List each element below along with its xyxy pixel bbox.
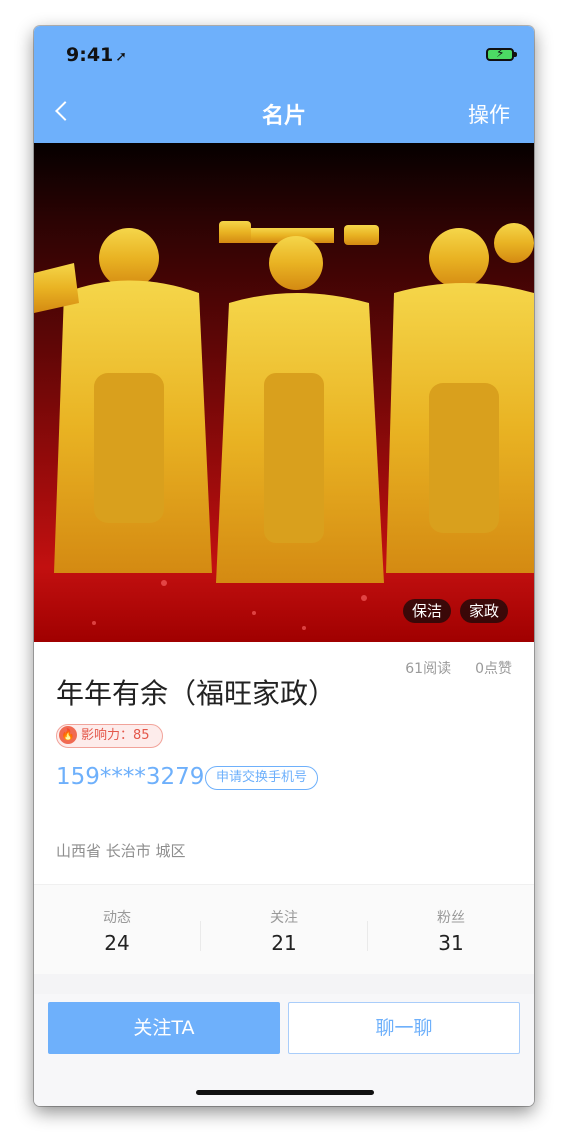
status-time: 9:41 ➚ [66,44,127,66]
counter-posts[interactable]: 动态 24 [34,885,200,975]
section-gap [34,974,534,994]
counter-fans[interactable]: 粉丝 31 [368,885,534,975]
tag-housekeeping[interactable]: 家政 [460,599,509,623]
phone-number: 159****3279 [56,764,205,790]
read-count: 61阅读 [405,661,452,677]
like-count: 0点赞 [475,661,512,677]
tag-cleaning[interactable]: 保洁 [403,599,452,623]
golden-statues-image [34,221,534,630]
location-text: 山西省 长治市 城区 [56,842,186,860]
actions-button[interactable]: 操作 [468,99,510,129]
follow-button[interactable]: 关注TA [48,1002,280,1054]
counter-following[interactable]: 关注 21 [201,885,367,975]
profile-card: 61阅读 0点赞 年年有余（福旺家政） 🔥 影响力：85 159****3279 申… [34,642,534,884]
read-like-stats: 61阅读 0点赞 [405,658,512,678]
navigation-bar: 9:41 ➚ ⚡ 名片 操作 [34,26,534,143]
influence-badge: 🔥 影响力：85 [56,724,163,748]
bottom-action-bar: 关注TA 聊一聊 [34,994,534,1106]
location-arrow-icon: ➚ [115,49,127,65]
phone-frame: 9:41 ➚ ⚡ 名片 操作 保洁 家政 61阅读 0点赞 年年有余（福旺家政）… [34,26,534,1106]
page-title: 名片 [261,104,306,129]
home-indicator[interactable] [196,1090,374,1095]
chat-button[interactable]: 聊一聊 [288,1002,520,1054]
battery-icon: ⚡ [486,46,517,61]
profile-name: 年年有余（福旺家政） [56,677,337,710]
fire-icon: 🔥 [59,725,77,744]
cover-image: 保洁 家政 [34,143,534,642]
exchange-phone-button[interactable]: 申请交换手机号 [205,766,319,790]
counters-row: 动态 24 关注 21 粉丝 31 [34,884,534,975]
